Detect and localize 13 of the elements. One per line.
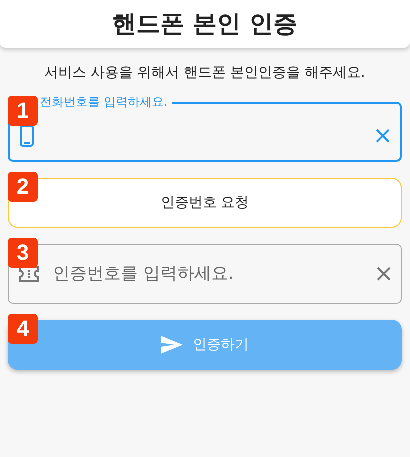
clear-icon[interactable] — [376, 128, 390, 142]
floating-label: 전화번호를 입력하세요. — [39, 94, 169, 111]
number-badge: 2 — [8, 172, 38, 202]
phone-icon — [20, 124, 34, 146]
instruction-text: 서비스 사용을 위해서 핸드폰 본인인증을 해주세요. — [44, 64, 366, 82]
number-badge: 4 — [8, 314, 38, 344]
number-badge: 1 — [8, 96, 38, 126]
send-icon — [161, 336, 183, 354]
number-badge: 3 — [8, 238, 38, 268]
clear-icon[interactable] — [377, 267, 391, 281]
text-input[interactable]: 인증번호를 입력하세요. — [51, 263, 365, 285]
ticket-icon — [19, 266, 39, 282]
page-title: 핸드폰 본인 인증 — [112, 9, 298, 40]
